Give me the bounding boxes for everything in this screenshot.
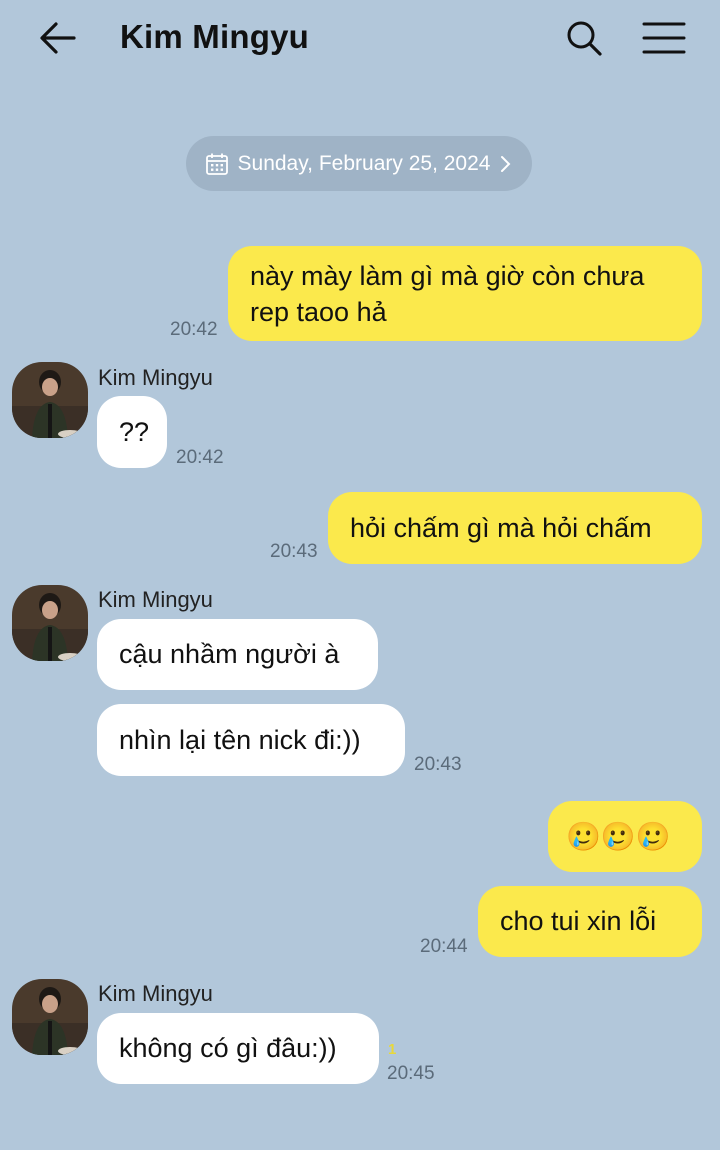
my-message-bubble[interactable]: này mày làm gì mà giờ còn chưa rep taoo … xyxy=(228,246,702,341)
message-time: 20:43 xyxy=(414,754,462,775)
search-icon xyxy=(567,21,602,56)
my-message-bubble[interactable]: cho tui xin lỗi xyxy=(478,886,702,957)
unread-count: 1 xyxy=(388,1041,397,1058)
avatar[interactable] xyxy=(12,362,88,438)
profile-photo xyxy=(12,362,88,438)
sender-name: Kim Mingyu xyxy=(98,365,213,390)
message-time: 20:43 xyxy=(270,541,318,562)
date-divider[interactable]: Sunday, February 25, 2024 xyxy=(186,136,532,191)
message-time: 20:44 xyxy=(420,936,468,957)
menu-button[interactable] xyxy=(640,18,688,58)
profile-photo xyxy=(12,585,88,661)
message-text: 🥲🥲🥲 xyxy=(566,821,671,852)
their-message-bubble[interactable]: ?? xyxy=(97,396,167,468)
message-text: không có gì đâu:)) xyxy=(119,1033,337,1063)
message-text: cho tui xin lỗi xyxy=(500,906,657,936)
message-time: 20:42 xyxy=(176,447,224,468)
chevron-right-icon xyxy=(501,155,511,172)
my-message-bubble[interactable]: 🥲🥲🥲 xyxy=(548,801,702,872)
avatar[interactable] xyxy=(12,979,88,1055)
date-label: Sunday, February 25, 2024 xyxy=(237,151,491,175)
message-text: hỏi chấm gì mà hỏi chấm xyxy=(350,513,652,543)
profile-photo xyxy=(12,979,88,1055)
my-message-bubble[interactable]: hỏi chấm gì mà hỏi chấm xyxy=(328,492,702,564)
calendar-icon xyxy=(205,153,228,175)
hamburger-menu-icon xyxy=(642,22,686,54)
their-message-bubble[interactable]: không có gì đâu:)) xyxy=(97,1013,379,1084)
sender-name: Kim Mingyu xyxy=(98,587,213,612)
avatar[interactable] xyxy=(12,585,88,661)
sender-name: Kim Mingyu xyxy=(98,981,213,1006)
their-message-bubble[interactable]: nhìn lại tên nick đi:)) xyxy=(97,704,405,776)
message-text: ?? xyxy=(119,417,150,447)
their-message-bubble[interactable]: cậu nhầm người à xyxy=(97,619,378,690)
back-button[interactable] xyxy=(36,18,80,58)
search-button[interactable] xyxy=(562,18,606,58)
arrow-left-icon xyxy=(40,22,76,54)
chat-title: Kim Mingyu xyxy=(120,18,309,55)
message-text: rep taoo hả xyxy=(250,297,387,327)
message-time: 20:42 xyxy=(170,319,218,340)
message-text: này mày làm gì mà giờ còn chưa xyxy=(250,261,645,291)
message-text: nhìn lại tên nick đi:)) xyxy=(119,725,361,755)
message-time: 20:45 xyxy=(387,1063,435,1084)
chat-header: Kim Mingyu xyxy=(0,0,720,78)
message-text: cậu nhầm người à xyxy=(119,639,340,669)
